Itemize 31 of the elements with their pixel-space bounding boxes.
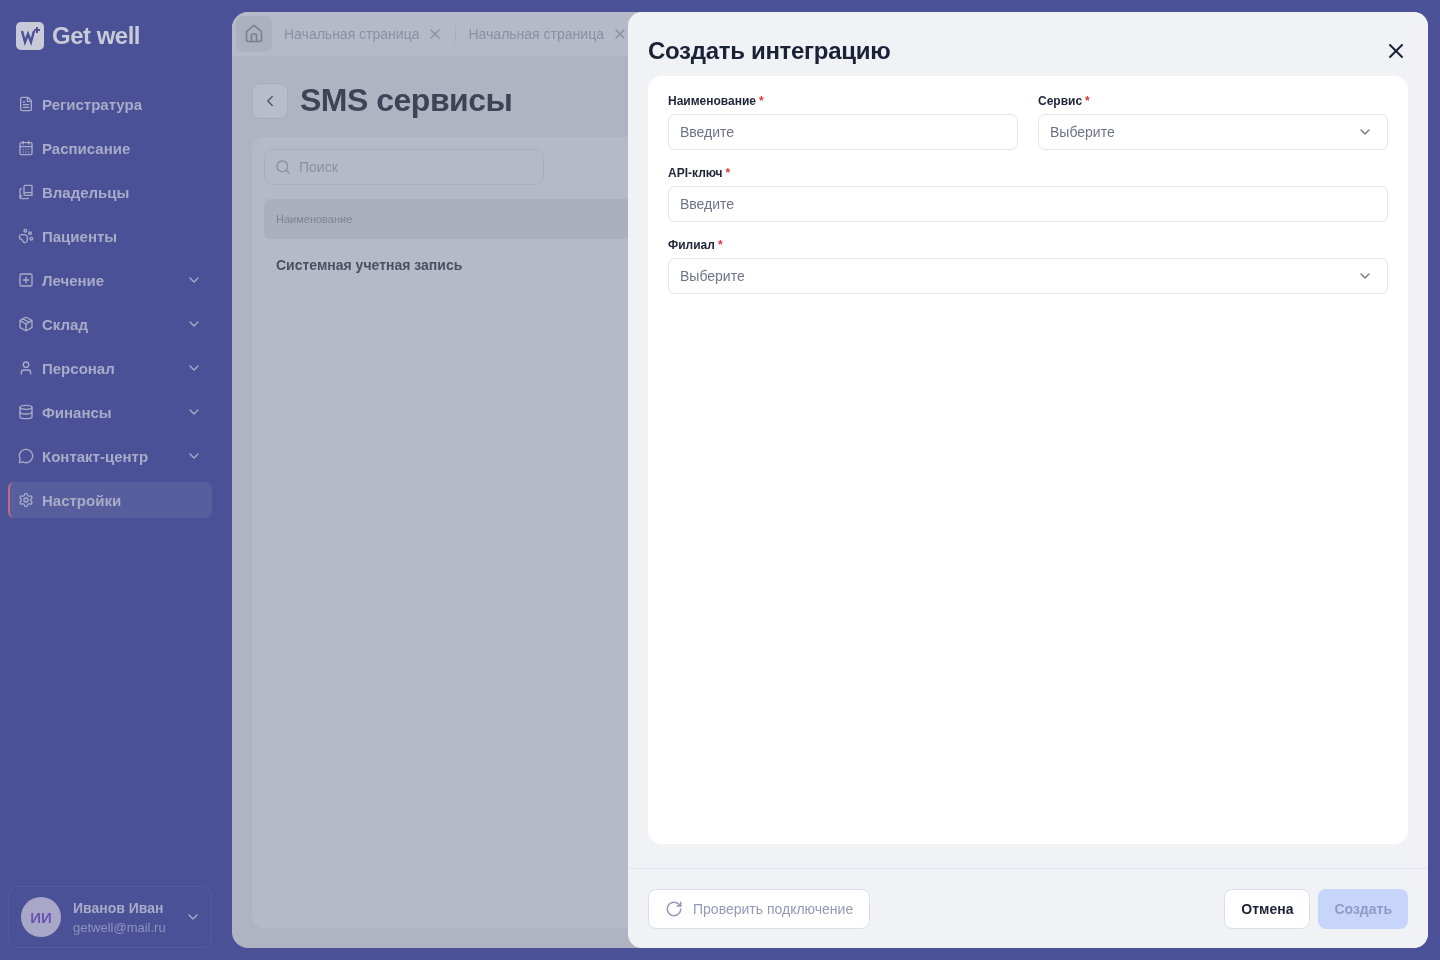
input-field[interactable]: Введите xyxy=(668,186,1388,222)
select-field[interactable]: Выберите xyxy=(1038,114,1388,150)
user-name: Иванов Иван xyxy=(73,899,165,916)
sidebar-item[interactable]: Регистратура xyxy=(8,86,212,122)
sidebar-item[interactable]: Финансы xyxy=(8,394,212,430)
sidebar-item[interactable]: Лечение xyxy=(8,262,212,298)
select-field[interactable]: Выберите xyxy=(668,258,1388,294)
sidebar-item[interactable]: Пациенты xyxy=(8,218,212,254)
field-label: API-ключ * xyxy=(668,166,732,180)
field-label: Наименование * xyxy=(668,94,765,108)
required-mark: * xyxy=(725,166,731,180)
user-email: getwell@mail.ru xyxy=(73,919,167,935)
sidebar-item[interactable]: Контакт-центр xyxy=(8,438,212,474)
table-cell: Системная учетная запись xyxy=(276,257,463,273)
field-label: Филиал * xyxy=(668,238,724,252)
dialog-title: Создать интеграцию xyxy=(648,37,891,65)
user-card[interactable]: ИИ Иванов Иван getwell@mail.ru xyxy=(8,886,212,948)
cancel-button[interactable]: Отмена xyxy=(1224,888,1311,929)
sidebar-item[interactable]: Персонал xyxy=(8,350,212,386)
required-mark: * xyxy=(1085,94,1090,108)
sidebar-item[interactable]: Владельцы xyxy=(8,174,212,210)
logo-text: Get well xyxy=(52,22,141,50)
avatar: ИИ xyxy=(21,897,61,937)
required-mark: * xyxy=(759,94,764,108)
sidebar-item[interactable]: Настройки xyxy=(8,482,212,518)
input-field[interactable]: Введите xyxy=(668,114,1018,150)
sidebar-item[interactable]: Склад xyxy=(8,306,212,342)
required-mark: * xyxy=(717,238,723,252)
field-label: Сервис * xyxy=(1038,94,1091,108)
sidebar-item[interactable]: Расписание xyxy=(8,130,212,166)
page-title: SMS сервисы xyxy=(300,82,513,119)
